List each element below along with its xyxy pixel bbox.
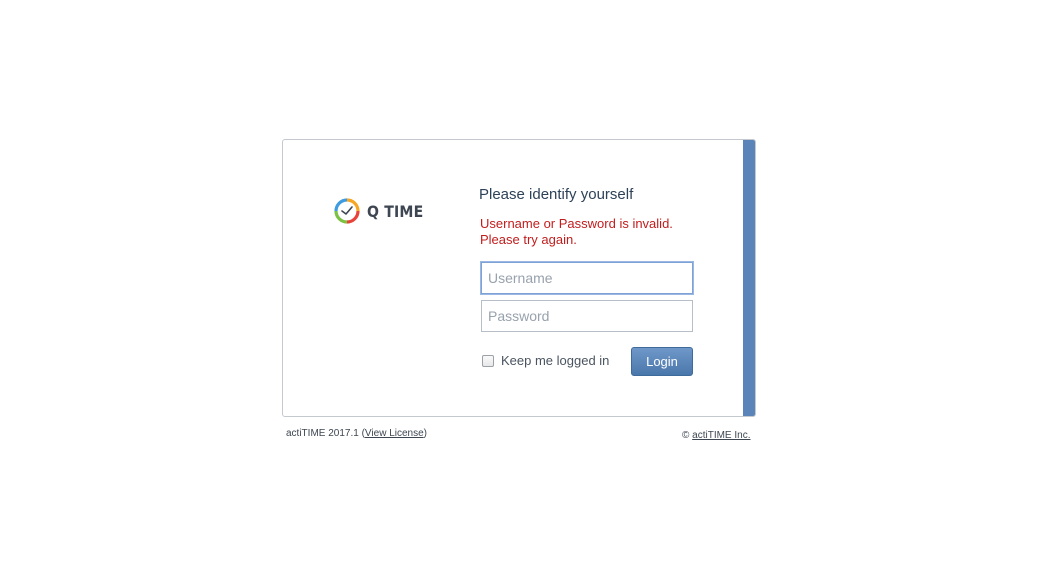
clock-icon (334, 198, 360, 224)
password-input[interactable] (481, 300, 693, 332)
view-license-link[interactable]: View License (365, 428, 424, 439)
login-card: Q TIME Please identify yourself Username… (282, 139, 756, 417)
error-message: Username or Password is invalid. Please … (480, 216, 710, 248)
logo: Q TIME (333, 197, 431, 225)
version-info: actiTIME 2017.1 (View License) (286, 428, 427, 439)
login-button[interactable]: Login (631, 347, 693, 376)
copyright-symbol: © (682, 430, 690, 441)
version-suffix: ) (423, 428, 428, 439)
keep-logged-in-label[interactable]: Keep me logged in (501, 353, 609, 368)
error-line-1: Username or Password is invalid. (480, 216, 673, 231)
company-link[interactable]: actiTIME Inc. (692, 430, 750, 441)
error-line-2: Please try again. (480, 232, 577, 247)
username-input[interactable] (481, 262, 693, 294)
copyright: © actiTIME Inc. (682, 430, 751, 441)
brand-name: Q TIME (367, 201, 424, 221)
accent-bar (743, 140, 755, 416)
form-title: Please identify yourself (479, 186, 634, 203)
version-text: actiTIME 2017.1 ( (286, 428, 365, 439)
keep-logged-in[interactable]: Keep me logged in (482, 353, 609, 368)
keep-logged-in-checkbox[interactable] (482, 354, 494, 367)
